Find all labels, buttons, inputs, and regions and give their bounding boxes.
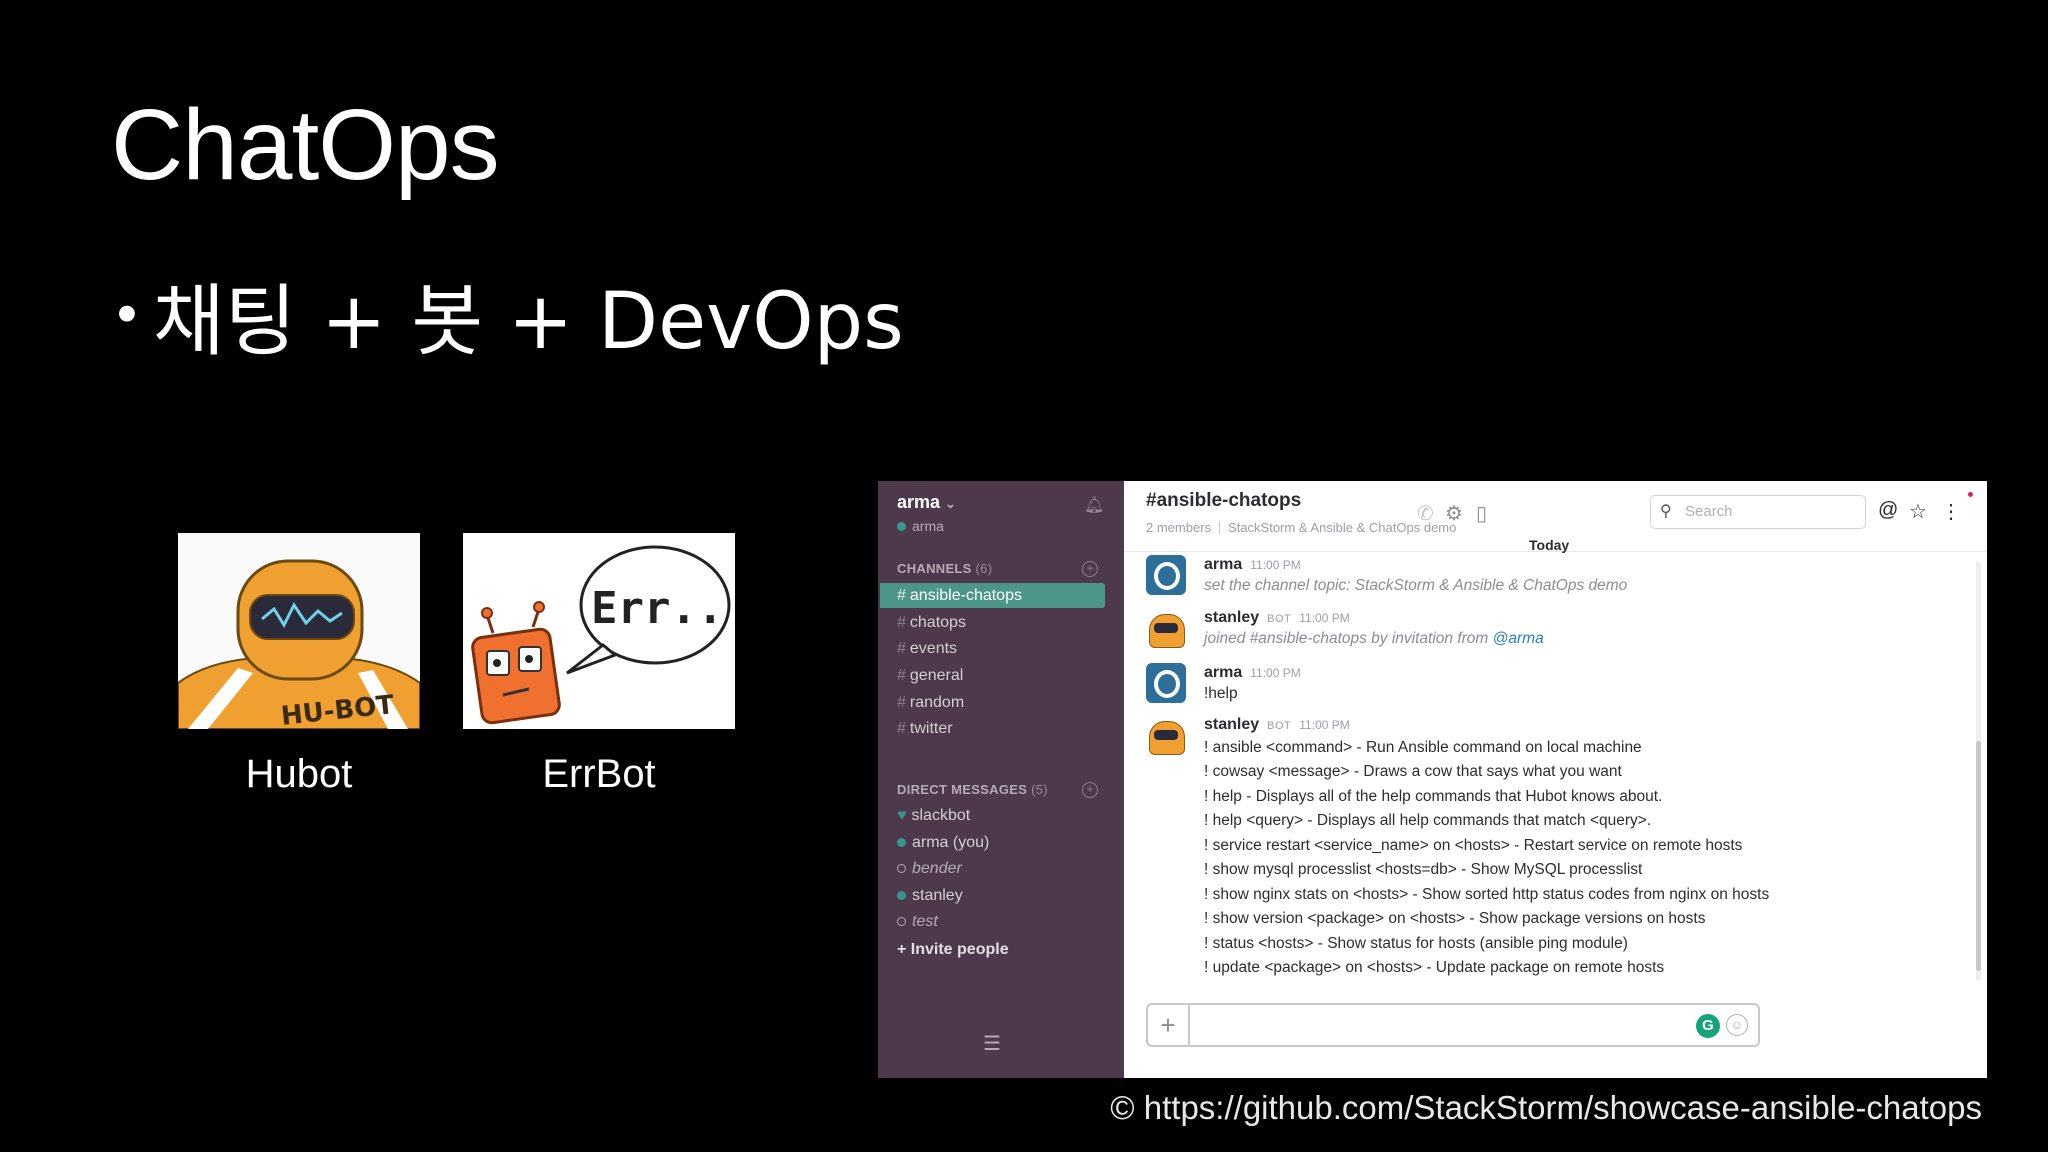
help-line: ! cowsay <message> - Draws a cow that sa…: [1204, 763, 1622, 780]
avatar[interactable]: [1146, 610, 1186, 650]
sidebar-item-events[interactable]: # events: [880, 636, 1105, 661]
channels-heading[interactable]: CHANNELS (6): [897, 561, 992, 576]
help-line: ! show nginx stats on <hosts> - Show sor…: [1204, 886, 1770, 903]
invite-people-link[interactable]: + Invite people: [897, 941, 1009, 959]
dm-slackbot[interactable]: ♥ slackbot: [897, 803, 970, 828]
add-dm-icon[interactable]: +: [1082, 782, 1098, 798]
add-channel-icon[interactable]: +: [1082, 561, 1098, 577]
message-text: joined #ansible-chatops by invitation fr…: [1204, 630, 1544, 647]
slack-window: arma ⌄ arma 🔔︎ CHANNELS (6) + # ansible-c…: [878, 481, 1987, 1078]
mentions-icon[interactable]: @: [1878, 499, 1898, 522]
help-line: ! help - Displays all of the help comman…: [1204, 788, 1663, 805]
message-author[interactable]: stanley BOT 11:00 PM: [1204, 609, 1350, 627]
source-credit: © https://github.com/StackStorm/showcase…: [1110, 1089, 1982, 1126]
search-icon: ⚲: [1660, 503, 1672, 520]
message-author[interactable]: arma 11:00 PM: [1204, 556, 1301, 574]
message-author[interactable]: arma 11:00 PM: [1204, 664, 1301, 682]
attach-button[interactable]: +: [1148, 1005, 1190, 1045]
message-author[interactable]: stanley BOT 11:00 PM: [1204, 716, 1350, 734]
bullet-line: • 채팅 + 봇 + DevOps: [111, 268, 904, 370]
quick-switcher-icon[interactable]: ☰: [983, 1031, 1001, 1056]
search-input[interactable]: ⚲ Search: [1650, 495, 1866, 529]
presence-icon: [897, 522, 906, 531]
help-line: ! status <hosts> - Show status for hosts…: [1204, 935, 1628, 952]
channel-title[interactable]: #ansible-chatops: [1146, 490, 1301, 512]
message-text: !help: [1204, 685, 1238, 702]
avatar[interactable]: [1146, 663, 1186, 703]
errbot-image: Err..: [463, 533, 735, 729]
direct-messages-heading[interactable]: DIRECT MESSAGES (5): [897, 782, 1048, 797]
hubot-illustration: HU-BOT: [178, 533, 420, 729]
day-divider: Today: [1529, 537, 1570, 553]
away-icon: [897, 917, 906, 926]
mention-link[interactable]: @arma: [1493, 630, 1544, 647]
channel-pane: #ansible-chatops 2 members StackStorm & A…: [1124, 481, 1987, 1078]
gear-icon[interactable]: ⚙: [1445, 501, 1463, 526]
dm-bender[interactable]: bender: [897, 856, 962, 881]
help-line: ! service restart <service_name> on <hos…: [1204, 837, 1743, 854]
avatar[interactable]: [1146, 555, 1186, 595]
errbot-speech-text: Err..: [591, 583, 723, 634]
grammarly-icon[interactable]: G: [1696, 1014, 1720, 1038]
message-text: set the channel topic: StackStorm & Ansi…: [1204, 577, 1628, 594]
slack-sidebar: arma ⌄ arma 🔔︎ CHANNELS (6) + # ansible-c…: [878, 481, 1124, 1078]
team-name[interactable]: arma ⌄: [897, 492, 956, 513]
errbot-illustration: Err..: [463, 533, 735, 729]
dm-arma[interactable]: arma (you): [897, 830, 989, 855]
help-line: ! show version <package> on <hosts> - Sh…: [1204, 910, 1706, 927]
phone-icon[interactable]: ✆: [1417, 501, 1434, 526]
help-line: ! help <query> - Displays all help comma…: [1204, 812, 1652, 829]
current-user: arma: [897, 518, 944, 534]
channel-meta: 2 members StackStorm & Ansible & ChatOps …: [1146, 520, 1456, 535]
dm-stanley[interactable]: stanley: [897, 883, 963, 908]
member-count[interactable]: 2 members: [1146, 520, 1211, 535]
errbot-caption: ErrBot: [542, 752, 656, 796]
emoji-icon[interactable]: ☺: [1726, 1014, 1748, 1036]
bullet-text: 채팅 + 봇 + DevOps: [152, 277, 904, 367]
message-scrollbar[interactable]: [1976, 561, 1981, 981]
chevron-down-icon[interactable]: ⌄: [945, 496, 956, 511]
more-options-icon[interactable]: ⋮: [1941, 499, 1961, 524]
bullet-dot: •: [111, 284, 143, 347]
help-line: ! ansible <command> - Run Ansible comman…: [1204, 739, 1642, 756]
hubot-image: HU-BOT: [178, 533, 420, 729]
help-line: ! update <package> on <hosts> - Update p…: [1204, 959, 1665, 976]
sidebar-item-twitter[interactable]: # twitter: [880, 716, 1105, 741]
sidebar-item-chatops[interactable]: # chatops: [880, 610, 1105, 635]
presence-icon: [897, 838, 906, 847]
dm-test[interactable]: test: [897, 909, 938, 934]
star-icon[interactable]: ☆: [1909, 499, 1927, 524]
sidebar-item-ansible-chatops[interactable]: # ansible-chatops: [880, 583, 1105, 608]
away-icon: [897, 864, 906, 873]
presence-icon: [897, 891, 906, 900]
sidebar-item-random[interactable]: # random: [880, 690, 1105, 715]
sidebar-item-general[interactable]: # general: [880, 663, 1105, 688]
help-line: ! show mysql processlist <hosts=db> - Sh…: [1204, 861, 1643, 878]
hubot-caption: Hubot: [245, 752, 353, 796]
sidebar-toggle-icon[interactable]: ▯: [1476, 501, 1487, 526]
avatar[interactable]: [1146, 717, 1186, 757]
notification-dot: [1968, 492, 1973, 497]
message-composer[interactable]: + G ☺: [1146, 1003, 1760, 1047]
slide-title: ChatOps: [111, 89, 500, 201]
bell-icon[interactable]: 🔔︎: [1084, 495, 1104, 515]
heart-icon: ♥: [897, 807, 907, 824]
